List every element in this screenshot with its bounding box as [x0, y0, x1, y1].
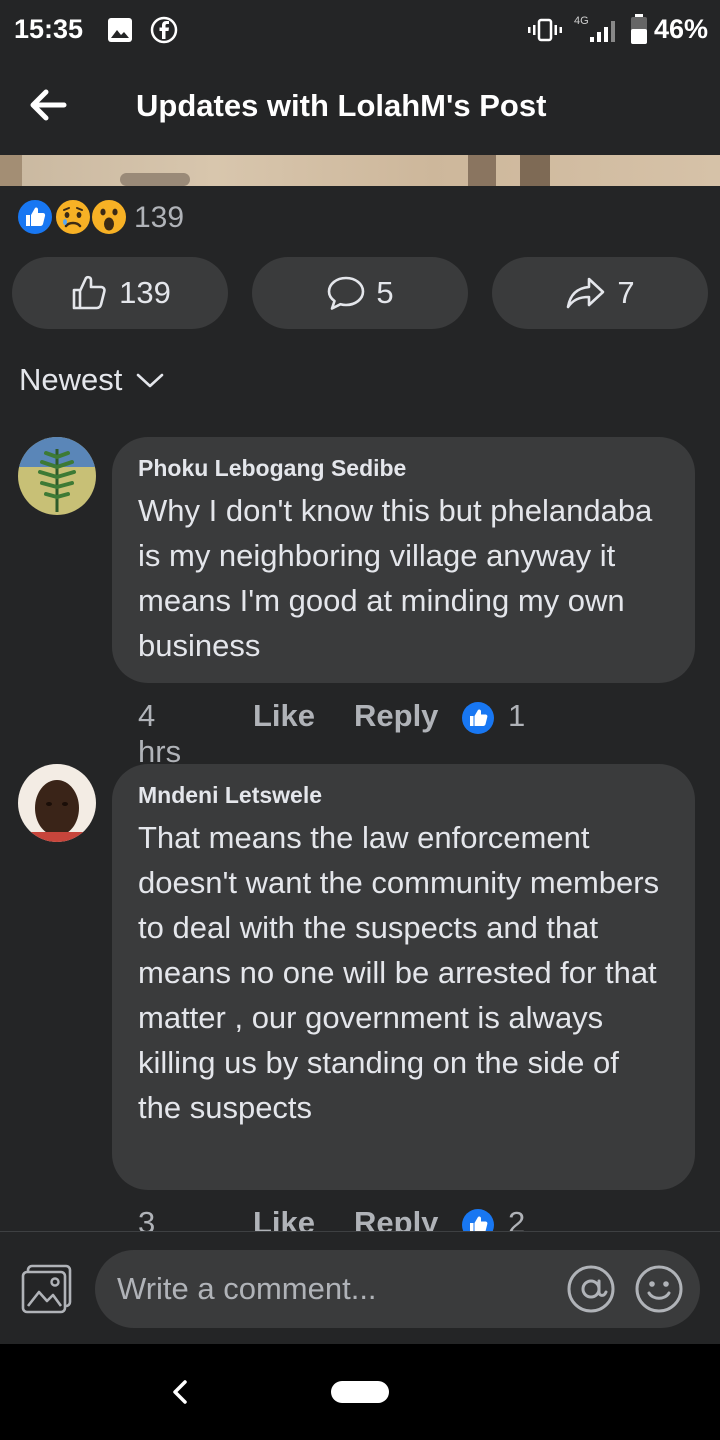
comment-author[interactable]: Mndeni Letswele: [138, 782, 669, 809]
signal-icon: [590, 21, 615, 42]
page-title: Updates with LolahM's Post: [136, 88, 547, 123]
reaction-count: 139: [134, 201, 185, 234]
person-avatar-image: [18, 764, 96, 842]
status-time: 15:35: [14, 14, 84, 44]
like-button[interactable]: 139: [12, 257, 228, 329]
avatar[interactable]: [18, 437, 96, 515]
wow-reaction-icon: [90, 198, 128, 236]
gallery-notification-icon: [108, 18, 132, 42]
chevron-down-icon: [137, 373, 164, 388]
share-count: 7: [617, 275, 635, 310]
system-nav-bar: [0, 1344, 720, 1440]
comment-count: 5: [376, 275, 394, 310]
share-icon: [567, 277, 605, 309]
comment-bubble[interactable]: Mndeni Letswele That means the law enfor…: [112, 764, 695, 1190]
battery-icon: [631, 14, 647, 44]
comment-reply-button[interactable]: Reply: [354, 698, 438, 734]
nav-back-icon[interactable]: [166, 1376, 194, 1408]
fern-avatar-image: [18, 437, 96, 515]
thumbs-up-icon: [72, 275, 106, 310]
comment-composer: [0, 1231, 720, 1344]
battery-percent: 46%: [653, 14, 708, 44]
comment-text: Why I don't know this but phelandaba is …: [138, 493, 653, 663]
like-reaction-icon: [16, 198, 54, 236]
emoji-icon[interactable]: [634, 1264, 684, 1314]
network-type-label: 4G: [574, 15, 589, 27]
comment-time: 4 hrs: [138, 698, 182, 769]
photo-picker-icon[interactable]: [20, 1262, 74, 1316]
like-reaction-icon[interactable]: [461, 701, 495, 735]
sad-reaction-icon: [54, 198, 92, 236]
mention-icon[interactable]: [566, 1264, 616, 1314]
share-button[interactable]: 7: [492, 257, 708, 329]
nav-home-pill[interactable]: [331, 1381, 389, 1403]
vibrate-icon: [528, 18, 562, 42]
like-count: 139: [119, 275, 171, 310]
comment-reaction-count: 1: [508, 698, 526, 733]
comment-text: That means the law enforcement doesn't w…: [138, 820, 660, 1125]
app-bar: Updates with LolahM's Post: [0, 60, 720, 155]
post-image[interactable]: [0, 155, 720, 186]
comment-like-button[interactable]: Like: [253, 698, 315, 734]
sort-label: Newest: [19, 362, 123, 397]
avatar[interactable]: [18, 764, 96, 842]
sort-dropdown[interactable]: Newest: [19, 362, 166, 398]
comment-bubble[interactable]: Phoku Lebogang Sedibe Why I don't know t…: [112, 437, 695, 683]
comment-button[interactable]: 5: [252, 257, 468, 329]
back-arrow-icon[interactable]: [22, 80, 72, 130]
comment-icon: [328, 276, 365, 310]
status-bar: 15:35 4G 46%: [0, 0, 720, 60]
facebook-notification-icon: [150, 16, 178, 44]
comment-author[interactable]: Phoku Lebogang Sedibe: [138, 455, 669, 482]
